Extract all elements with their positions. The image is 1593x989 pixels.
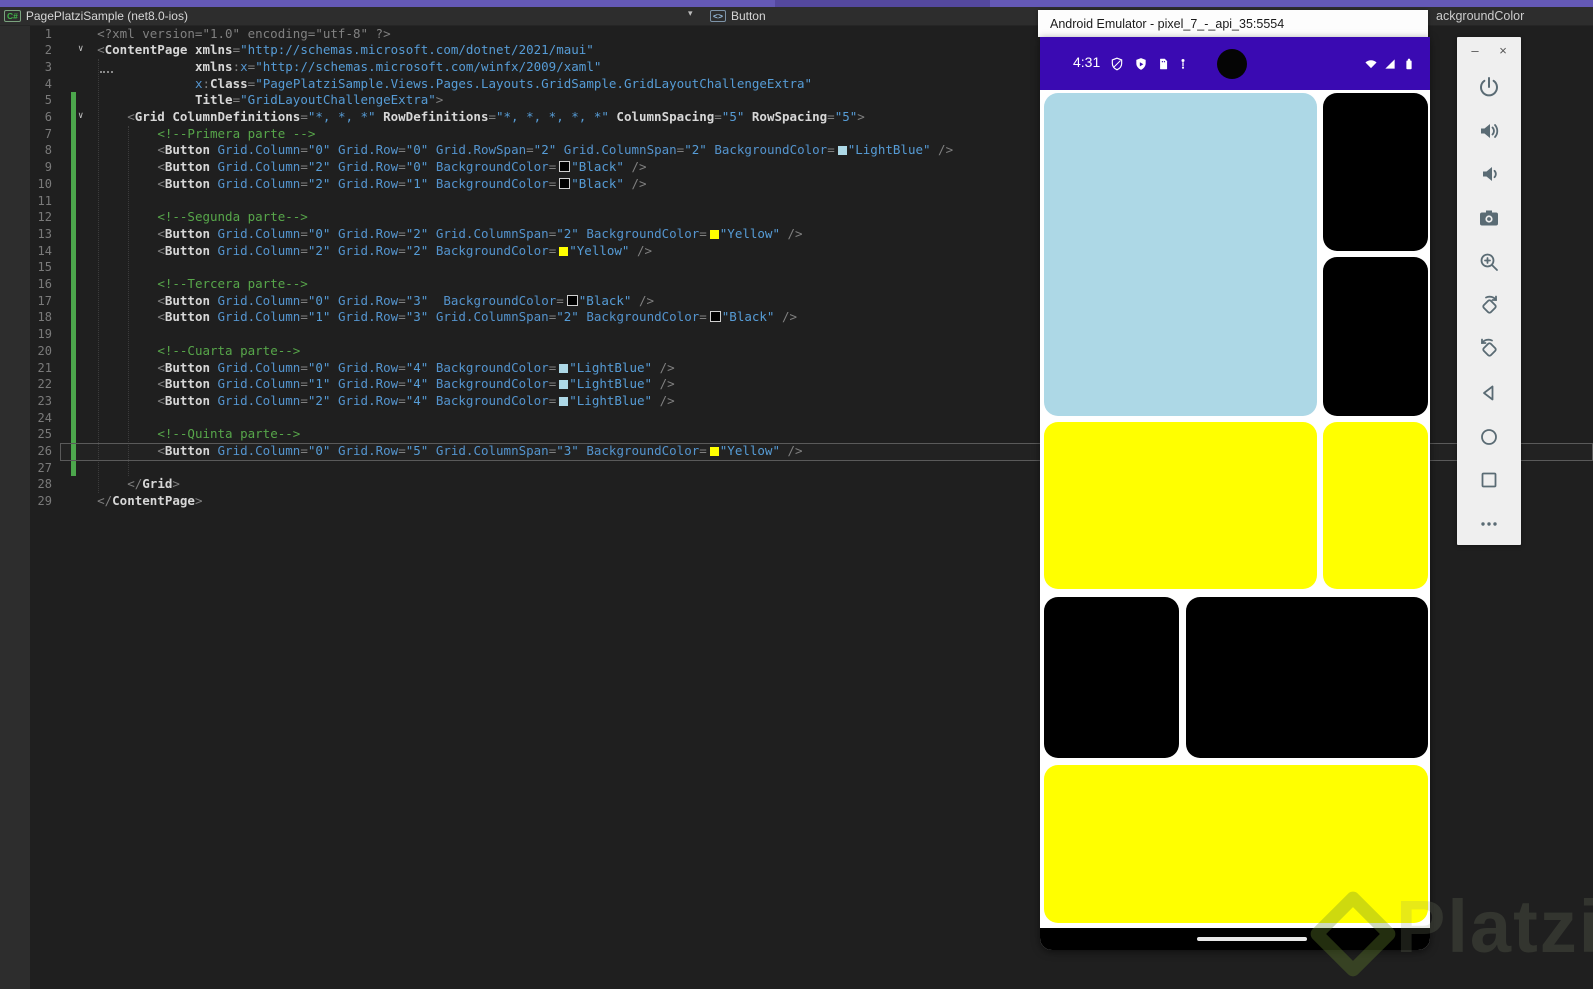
line-number: 24	[37, 410, 52, 425]
line-number: 22	[37, 377, 52, 392]
member-dropdown-clipped-label: ackgroundColor	[1436, 9, 1525, 23]
camera-punch-hole	[1217, 49, 1247, 79]
color-swatch-icon	[559, 246, 569, 256]
android-status-bar: 4:31	[1040, 37, 1430, 90]
line-number: 19	[37, 327, 52, 342]
volume-down-icon[interactable]	[1477, 162, 1501, 186]
signal-icon	[1383, 57, 1397, 71]
line-number: 2	[44, 43, 52, 58]
project-dropdown-label: PagePlatziSample (net8.0-ios)	[25, 9, 188, 23]
line-number: 6	[44, 110, 52, 124]
color-swatch-icon	[559, 396, 569, 406]
line-number: 18	[37, 310, 52, 325]
status-time: 4:31	[1073, 54, 1101, 70]
color-swatch-icon	[709, 229, 719, 239]
close-button[interactable]: ×	[1495, 43, 1511, 59]
xml-element-icon: <>	[710, 10, 726, 22]
fold-chevron-icon[interactable]: ∨	[78, 108, 83, 125]
back-icon[interactable]	[1477, 381, 1501, 405]
line-number: 29	[37, 494, 52, 509]
rotate-right-icon[interactable]	[1477, 337, 1501, 361]
csharp-file-icon: C#	[4, 10, 21, 22]
wifi-icon	[1364, 57, 1378, 71]
emulator-title-bar: Android Emulator - pixel_7_-_api_35:5554	[1038, 10, 1428, 37]
member-dropdown[interactable]: <> Button	[706, 7, 766, 25]
power-icon[interactable]	[1477, 75, 1501, 99]
more-icon[interactable]	[1477, 512, 1501, 536]
app-button-yellow[interactable]	[1323, 422, 1428, 589]
sim-card-icon	[1156, 57, 1170, 71]
line-number: 10	[37, 176, 52, 191]
line-number: 28	[37, 477, 52, 492]
project-dropdown[interactable]: C# PagePlatziSample (net8.0-ios)	[0, 9, 188, 23]
line-number: 7	[44, 126, 52, 141]
line-number: 16	[37, 277, 52, 291]
app-button-yellow[interactable]	[1044, 422, 1317, 589]
minimize-button[interactable]: –	[1467, 43, 1483, 59]
line-number: 27	[37, 460, 52, 475]
zoom-icon[interactable]	[1477, 250, 1501, 274]
line-number: 26	[37, 444, 52, 458]
member-dropdown-label: Button	[730, 9, 766, 23]
color-swatch-icon	[559, 161, 571, 173]
emulator-screen: 4:31	[1040, 37, 1430, 950]
line-number: 25	[37, 427, 52, 442]
line-number: 20	[37, 343, 52, 358]
app-button-black[interactable]	[1186, 597, 1428, 758]
android-gesture-bar	[1040, 928, 1430, 950]
battery-icon	[1402, 57, 1416, 71]
gesture-pill[interactable]	[1197, 937, 1307, 941]
line-number: 12	[37, 210, 52, 225]
line-number: 4	[44, 76, 52, 91]
line-number: 14	[37, 243, 52, 258]
window-accent-strip	[0, 0, 1593, 7]
app-button-lightblue[interactable]	[1044, 93, 1317, 416]
line-number: 5	[44, 93, 52, 108]
color-swatch-icon	[559, 380, 569, 390]
shield-icon	[1110, 57, 1124, 71]
line-number: 1	[44, 26, 52, 41]
color-swatch-icon	[559, 363, 569, 373]
fold-chevron-icon[interactable]: ∨	[78, 41, 83, 58]
app-button-yellow[interactable]	[1044, 765, 1428, 923]
line-number: 11	[37, 193, 52, 208]
line-number: 15	[37, 260, 52, 275]
accessory-icon	[1176, 57, 1190, 71]
chevron-down-icon[interactable]: ▾	[688, 8, 693, 19]
app-button-black[interactable]	[1323, 257, 1428, 416]
app-button-black[interactable]	[1044, 597, 1179, 758]
line-number: 23	[37, 393, 52, 408]
play-protect-icon	[1134, 57, 1148, 71]
color-swatch-icon	[559, 177, 571, 189]
rotate-left-icon[interactable]	[1477, 294, 1501, 318]
emulator-toolbar: – ×	[1457, 37, 1521, 545]
line-number: 21	[37, 360, 52, 375]
emulator-title: Android Emulator - pixel_7_-_api_35:5554	[1050, 16, 1285, 31]
line-number: 3	[44, 59, 52, 74]
accent-strip-segment	[775, 0, 990, 7]
color-swatch-icon	[709, 311, 721, 323]
color-swatch-icon	[709, 447, 719, 456]
color-swatch-icon	[566, 294, 578, 306]
home-icon[interactable]	[1477, 425, 1501, 449]
camera-icon[interactable]	[1477, 206, 1501, 230]
line-number: 13	[37, 226, 52, 241]
line-number: 17	[37, 293, 52, 308]
overview-icon[interactable]	[1477, 468, 1501, 492]
app-button-black[interactable]	[1323, 93, 1428, 251]
line-number: 9	[44, 160, 52, 175]
line-number: 8	[44, 143, 52, 158]
color-swatch-icon	[837, 146, 847, 156]
volume-up-icon[interactable]	[1477, 119, 1501, 143]
